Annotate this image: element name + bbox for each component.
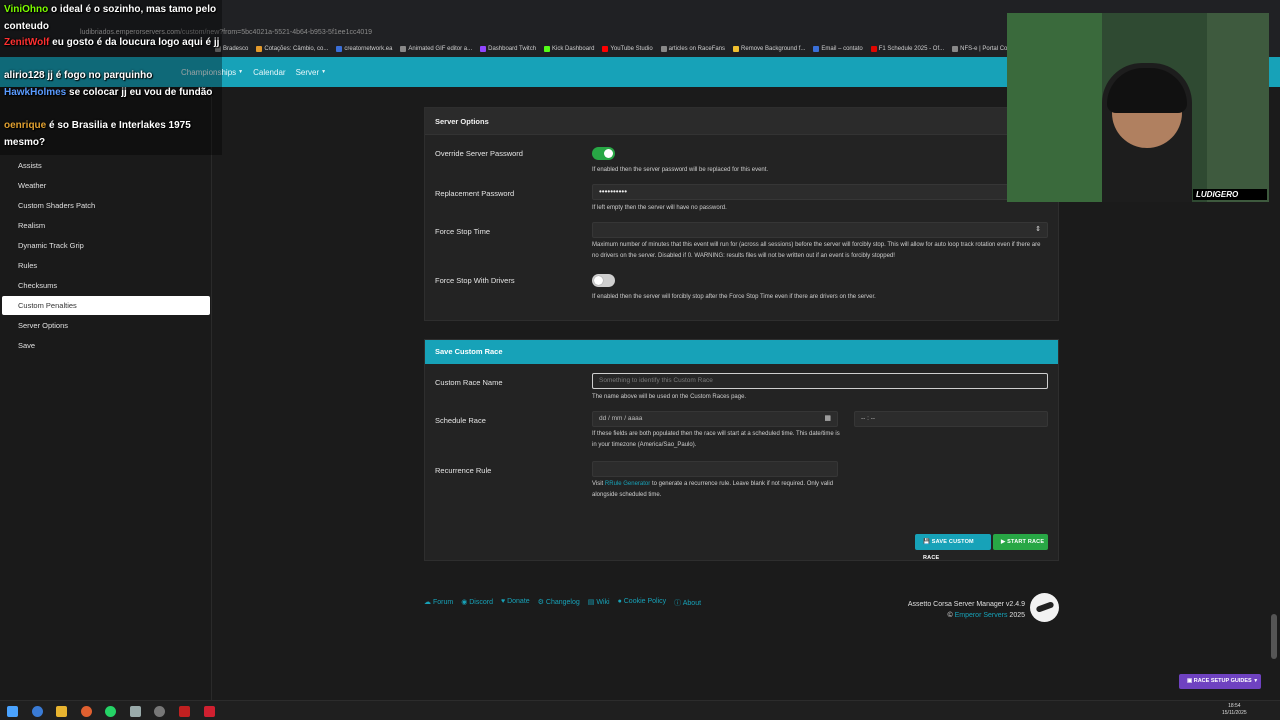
custom-race-name-input[interactable]: Something to identify this Custom Race xyxy=(592,373,1048,389)
schedule-race-help: If these fields are both populated then … xyxy=(592,431,840,448)
sidebar-item-checksums[interactable]: Checksums xyxy=(2,276,210,295)
webcam-overlay: LUDIGERO xyxy=(1007,13,1269,202)
bookmark[interactable]: articles on RaceFans xyxy=(660,46,725,52)
app-icon[interactable] xyxy=(204,706,215,717)
save-icon: 💾 xyxy=(923,539,931,545)
custom-race-name-help: The name above will be used on the Custo… xyxy=(592,394,747,400)
card-title: Save Custom Race xyxy=(425,340,1058,364)
nav-server[interactable]: Server ▼ xyxy=(296,68,327,77)
sidebar-item-dynamic-track-grip[interactable]: Dynamic Track Grip xyxy=(2,236,210,255)
footer-link-forum[interactable]: ☁ Forum xyxy=(424,598,453,608)
sidebar-item-assists[interactable]: Assists xyxy=(2,156,210,175)
app-icon[interactable] xyxy=(154,706,165,717)
folder-icon[interactable] xyxy=(56,706,67,717)
recurrence-rule-input[interactable] xyxy=(592,461,838,477)
calendar-icon[interactable]: ▦ xyxy=(824,412,831,426)
sidebar-item-server-options[interactable]: Server Options xyxy=(2,316,210,335)
chat-message: alirio128 jj é fogo no parquinho xyxy=(4,70,153,81)
footer-version: Assetto Corsa Server Manager v2.4.9 © Em… xyxy=(907,601,1025,619)
bookmark[interactable]: Remove Background f... xyxy=(733,46,805,52)
whatsapp-icon[interactable] xyxy=(105,706,116,717)
footer-link-changelog[interactable]: ⚙ Changelog xyxy=(538,598,580,608)
sidebar-item-rules[interactable]: Rules xyxy=(2,256,210,275)
footer-link-cookie-policy[interactable]: ● Cookie Policy xyxy=(618,598,667,608)
book-icon: ▣ xyxy=(1187,678,1193,684)
replacement-password-help: If left empty then the server will have … xyxy=(592,205,727,211)
custom-race-name-label: Custom Race Name xyxy=(435,378,503,387)
bookmark[interactable]: Animated GIF editor a... xyxy=(400,46,472,52)
caret-down-icon: ▼ xyxy=(321,69,327,75)
emperor-logo xyxy=(1030,593,1059,622)
server-options-card: Server Options xyxy=(424,107,1059,321)
sidebar-item-custom-penalties[interactable]: Custom Penalties xyxy=(2,296,210,315)
nav-calendar[interactable]: Calendar xyxy=(253,68,285,77)
schedule-race-label: Schedule Race xyxy=(435,416,486,425)
replacement-password-label: Replacement Password xyxy=(435,189,515,198)
bookmark[interactable]: Kick Dashboard xyxy=(544,46,594,52)
race-setup-guides-button[interactable]: ▣ RACE SETUP GUIDES ▼ xyxy=(1179,674,1261,689)
bookmark[interactable]: Cotações: Câmbio, co... xyxy=(256,46,328,52)
force-stop-time-label: Force Stop Time xyxy=(435,227,491,236)
bookmark[interactable]: F1 Schedule 2025 - Of... xyxy=(870,46,944,52)
bookmark[interactable]: Email – contato xyxy=(813,46,863,52)
caret-down-icon: ▼ xyxy=(238,69,244,75)
force-stop-drivers-toggle[interactable] xyxy=(592,274,615,287)
app-icon[interactable] xyxy=(179,706,190,717)
card-title: Server Options xyxy=(425,108,1058,135)
footer-link-discord[interactable]: ◉ Discord xyxy=(461,598,493,608)
footer-link-about[interactable]: ⓘ About xyxy=(674,598,701,608)
sidebar-item-weather[interactable]: Weather xyxy=(2,176,210,195)
force-stop-drivers-label: Force Stop With Drivers xyxy=(435,276,515,285)
force-stop-time-help: Maximum number of minutes that this even… xyxy=(592,242,1041,259)
bookmark[interactable]: YouTube Studio xyxy=(602,46,653,52)
emperor-servers-link[interactable]: Emperor Servers xyxy=(955,612,1008,619)
rrule-generator-link[interactable]: RRule Generator xyxy=(605,481,650,487)
sidebar-item-realism[interactable]: Realism xyxy=(2,216,210,235)
replacement-password-field[interactable]: •••••••••• xyxy=(592,184,1048,200)
browser-icon[interactable] xyxy=(32,706,43,717)
recurrence-rule-help: Visit RRule Generator to generate a recu… xyxy=(592,481,834,498)
bookmark[interactable]: creatornetwork.ea xyxy=(336,46,392,52)
app-icon[interactable] xyxy=(130,706,141,717)
chat-message: ZenitWolf eu gosto é da loucura logo aqu… xyxy=(4,37,220,48)
start-race-button[interactable]: ▶ START RACE xyxy=(993,534,1048,550)
override-password-help: If enabled then the server password will… xyxy=(592,167,769,173)
override-password-label: Override Server Password xyxy=(435,149,523,158)
recurrence-rule-label: Recurrence Rule xyxy=(435,466,492,475)
footer-link-wiki[interactable]: ▤ Wiki xyxy=(588,598,610,608)
force-stop-drivers-help: If enabled then the server will forcibly… xyxy=(592,294,876,300)
chat-message: oenrique é so Brasilia e Interlakes 1975… xyxy=(4,120,191,148)
sidebar: Assists Weather Custom Shaders Patch Rea… xyxy=(0,87,212,700)
bookmark[interactable]: Dashboard Twitch xyxy=(480,46,536,52)
streamer-tag: LUDIGERO xyxy=(1193,189,1267,200)
save-custom-race-button[interactable]: 💾 SAVE CUSTOM RACE xyxy=(915,534,991,561)
app-icon[interactable] xyxy=(81,706,92,717)
schedule-date-input[interactable]: dd / mm / aaaa ▦ xyxy=(592,411,838,427)
play-icon: ▶ xyxy=(1001,539,1006,545)
chat-message: ViniOhno o ideal é o sozinho, mas tamo p… xyxy=(4,4,217,32)
stepper-icon[interactable]: ⇕ xyxy=(1035,223,1041,237)
sidebar-item-save[interactable]: Save xyxy=(2,336,210,355)
stream-chat-overlay: ViniOhno o ideal é o sozinho, mas tamo p… xyxy=(0,0,222,155)
system-clock[interactable]: 18:54 15/11/2025 xyxy=(1222,703,1247,717)
chat-message: HawkHolmes se colocar jj eu vou de fundã… xyxy=(4,87,213,98)
footer-link-donate[interactable]: ♥ Donate xyxy=(501,598,530,608)
windows-start-icon[interactable] xyxy=(7,706,18,717)
taskbar: 18:54 15/11/2025 xyxy=(0,700,1280,720)
override-password-toggle[interactable] xyxy=(592,147,615,160)
footer-links: ☁ Forum ◉ Discord ♥ Donate ⚙ Changelog ▤… xyxy=(424,598,701,608)
force-stop-time-field[interactable]: ⇕ xyxy=(592,222,1048,238)
scrollbar[interactable] xyxy=(1271,614,1277,659)
sidebar-item-custom-shaders-patch[interactable]: Custom Shaders Patch xyxy=(2,196,210,215)
schedule-time-input[interactable]: -- : -- xyxy=(854,411,1048,427)
